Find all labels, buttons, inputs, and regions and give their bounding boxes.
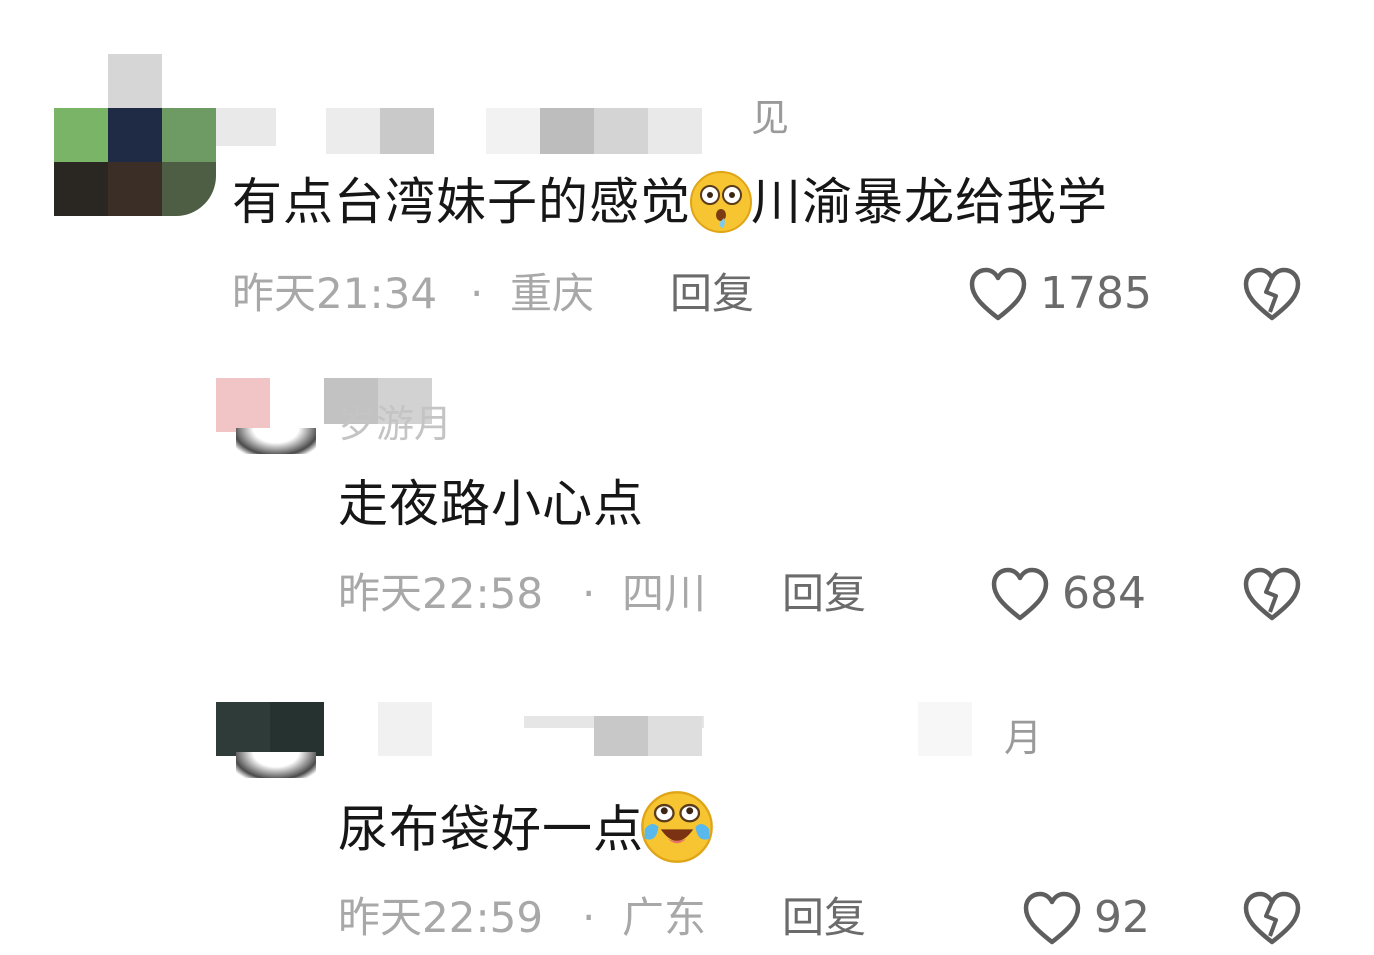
- username-fragment: 岁游月: [338, 402, 453, 446]
- like-count: 92: [1094, 892, 1150, 943]
- avatar[interactable]: [216, 378, 324, 454]
- comment-location: 重庆: [510, 269, 595, 318]
- comment-text: 走夜路小心点: [338, 475, 644, 533]
- meta-separator: ·: [582, 893, 596, 942]
- username-blur[interactable]: 见: [216, 96, 816, 160]
- heart-icon[interactable]: [1022, 890, 1082, 946]
- comment-time: 昨天22:58: [338, 569, 544, 618]
- avatar[interactable]: [54, 54, 216, 216]
- comment-time: 昨天22:59: [338, 893, 544, 942]
- comment-text: 尿布袋好一点: [338, 791, 714, 870]
- meta-separator: ·: [470, 269, 484, 318]
- laugh-cry-emoji: [641, 791, 713, 863]
- comment-location: 广东: [622, 893, 707, 942]
- like-count: 1785: [1040, 268, 1152, 319]
- username-fragment: 月: [1004, 716, 1043, 760]
- reply-button[interactable]: 回复: [782, 569, 866, 619]
- comment-time: 昨天21:34: [232, 269, 438, 318]
- dislike-broken-heart-icon[interactable]: [1242, 566, 1302, 622]
- username-blur[interactable]: 岁游月: [324, 378, 524, 446]
- meta-separator: ·: [582, 569, 596, 618]
- drooling-shocked-emoji: [690, 170, 752, 233]
- heart-icon[interactable]: [968, 266, 1028, 322]
- comment-location: 四川: [622, 569, 707, 618]
- dislike-broken-heart-icon[interactable]: [1242, 890, 1302, 946]
- avatar[interactable]: [216, 702, 324, 778]
- username-blur[interactable]: 月: [324, 702, 1084, 772]
- dislike-broken-heart-icon[interactable]: [1242, 266, 1302, 322]
- reply-button[interactable]: 回复: [782, 893, 866, 943]
- reply-button[interactable]: 回复: [670, 269, 754, 319]
- comment-text: 有点台湾妹子的感觉 川渝暴龙给我学: [232, 170, 1108, 238]
- like-count: 684: [1062, 568, 1146, 619]
- username-fragment: 见: [751, 96, 790, 140]
- heart-icon[interactable]: [990, 566, 1050, 622]
